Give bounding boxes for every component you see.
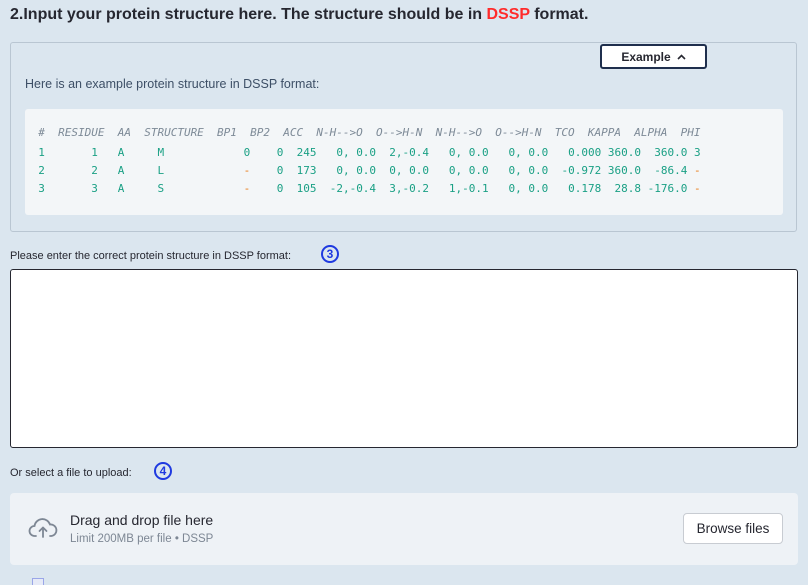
code-cell: A (97, 164, 125, 177)
code-cell: -2,-0.4 (316, 182, 377, 195)
cloud-upload-icon (28, 518, 58, 538)
code-cell: 3 (687, 146, 701, 159)
code-cell: 0, 0.0 (488, 146, 549, 159)
structure-input-label: Please enter the correct protein structu… (10, 250, 292, 262)
code-cell: - (687, 164, 701, 177)
example-button-label: Example (621, 49, 671, 64)
step-number-badge: 4 (154, 462, 172, 480)
dropzone-limit-text: Limit 200MB per file • DSSP (70, 533, 214, 545)
title-highlight: DSSP (486, 6, 530, 23)
code-cell: 2 (25, 164, 45, 177)
code-cell: 105 (283, 182, 317, 195)
code-cell: L (124, 164, 165, 177)
step-number-badge: 3 (321, 245, 339, 263)
code-cell: 360.0 (601, 146, 641, 159)
code-cell: 245 (283, 146, 317, 159)
code-header-line: # RESIDUE AA STRUCTURE BP1 BP2 ACC N-H--… (25, 126, 701, 139)
file-dropzone[interactable]: Drag and drop file here Limit 200MB per … (10, 493, 798, 565)
code-cell: - (164, 164, 251, 177)
code-cell: 0, 0.0 (316, 164, 377, 177)
code-row: 2 2 A L - 0 173 0, 0.0 0, 0.0 0, 0.0 0, … (25, 164, 701, 180)
code-cell: 173 (283, 164, 317, 177)
dropzone-title: Drag and drop file here (70, 512, 214, 528)
code-cell: 0 (164, 146, 251, 159)
code-cell: -0.972 (548, 164, 602, 177)
code-cell: M (124, 146, 165, 159)
checkbox[interactable] (32, 578, 44, 585)
chevron-up-icon (677, 53, 686, 60)
code-cell: A (97, 146, 125, 159)
code-cell: 2 (44, 164, 98, 177)
code-cell: - (687, 182, 701, 195)
title-prefix: 2.Input your protein structure here. The… (10, 6, 487, 23)
code-cell: 0, 0.0 (429, 146, 489, 159)
code-cell: 3 (25, 182, 45, 195)
code-row: 1 1 A M 0 0 245 0, 0.0 2,-0.4 0, 0.0 0, … (25, 146, 701, 162)
example-code-block: # RESIDUE AA STRUCTURE BP1 BP2 ACC N-H--… (25, 109, 783, 215)
code-cell: 0, 0.0 (376, 164, 430, 177)
code-cell: 360.0 (601, 164, 641, 177)
example-description: Here is an example protein structure in … (25, 77, 320, 91)
title-suffix: format. (529, 6, 589, 23)
code-cell: 1 (25, 146, 45, 159)
code-cell: 0 (250, 146, 284, 159)
section-title: 2.Input your protein structure here. The… (10, 6, 588, 24)
code-cell: 1,-0.1 (429, 182, 489, 195)
code-cell: 0, 0.0 (488, 164, 549, 177)
code-cell: 3 (44, 182, 98, 195)
code-cell: 2,-0.4 (376, 146, 430, 159)
code-row: 3 3 A S - 0 105 -2,-0.4 3,-0.2 1,-0.1 0,… (25, 182, 701, 198)
code-cell: 0, 0.0 (488, 182, 549, 195)
code-cell: -86.4 (641, 164, 688, 177)
code-cell: 0 (250, 182, 284, 195)
code-cell: -176.0 (641, 182, 688, 195)
code-cell: 28.8 (601, 182, 641, 195)
code-cell: 0 (250, 164, 284, 177)
code-cell: 0.178 (548, 182, 602, 195)
code-cell: 0, 0.0 (316, 146, 377, 159)
code-cell: 0.000 (548, 146, 602, 159)
code-cell: 360.0 (641, 146, 688, 159)
code-cell: 1 (44, 146, 98, 159)
code-cell: A (97, 182, 125, 195)
code-cell: S (124, 182, 165, 195)
code-cell: 0, 0.0 (429, 164, 489, 177)
code-cell: - (164, 182, 251, 195)
dssp-structure-textarea[interactable] (10, 269, 798, 448)
code-cell: 3,-0.2 (376, 182, 430, 195)
example-toggle-button[interactable]: Example (600, 44, 707, 69)
file-upload-label: Or select a file to upload: (10, 467, 132, 479)
browse-files-button[interactable]: Browse files (683, 513, 783, 544)
